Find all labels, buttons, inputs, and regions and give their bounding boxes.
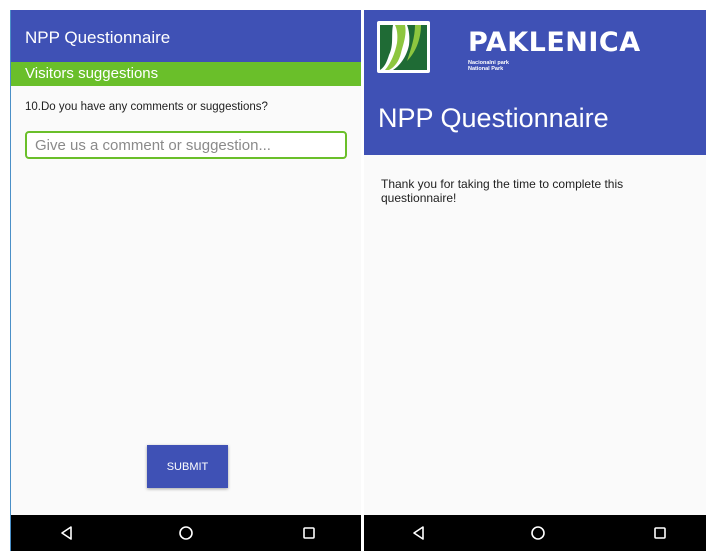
back-icon[interactable] (409, 523, 429, 543)
recents-icon[interactable] (299, 523, 319, 543)
thank-you-message: Thank you for taking the time to complet… (381, 177, 624, 205)
questionnaire-screen: NPP Questionnaire Visitors suggestions 1… (10, 10, 361, 551)
home-icon[interactable] (176, 523, 196, 543)
back-icon[interactable] (57, 523, 77, 543)
app-title: NPP Questionnaire (25, 28, 171, 47)
header-banner: PAKLENICA Nacionalni park National Park … (364, 10, 706, 155)
section-header: Visitors suggestions (11, 62, 361, 86)
recents-icon[interactable] (650, 523, 670, 543)
paklenica-logo-icon (377, 21, 430, 73)
section-title: Visitors suggestions (25, 65, 159, 82)
thank-you-screen: PAKLENICA Nacionalni park National Park … (364, 10, 706, 551)
system-nav-bar (11, 515, 361, 551)
app-bar: NPP Questionnaire (11, 10, 361, 62)
question-text: 10.Do you have any comments or suggestio… (25, 101, 268, 113)
comment-input[interactable] (25, 131, 347, 159)
brand-name: PAKLENICA (468, 27, 641, 58)
brand-subtitle-line2: National Park (468, 66, 504, 72)
submit-button[interactable]: SUBMIT (147, 445, 228, 488)
home-icon[interactable] (528, 523, 548, 543)
system-nav-bar (364, 515, 706, 551)
page-title: NPP Questionnaire (378, 103, 609, 133)
